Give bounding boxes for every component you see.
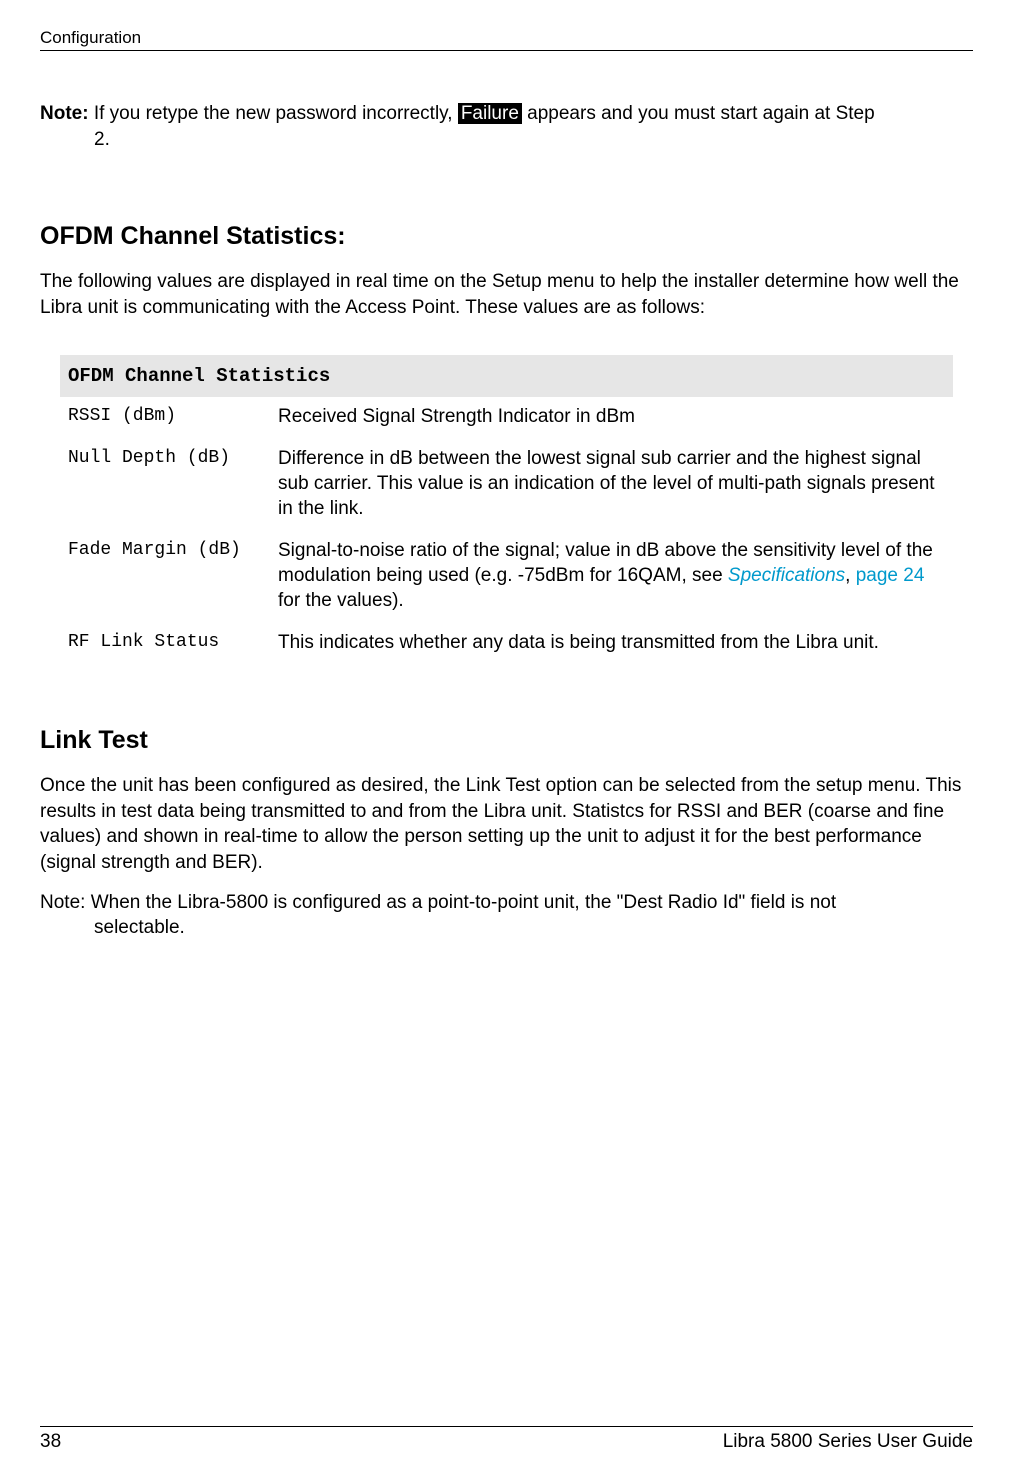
- running-header-left: Configuration: [40, 28, 141, 48]
- table-row: Fade Margin (dB) Signal-to-noise ratio o…: [60, 531, 953, 623]
- stat-desc-post: for the values).: [278, 590, 404, 611]
- stat-desc: Difference in dB between the lowest sign…: [278, 447, 945, 521]
- stat-desc: Signal-to-noise ratio of the signal; val…: [278, 539, 945, 613]
- stat-label: Fade Margin (dB): [68, 539, 278, 613]
- stat-label: RSSI (dBm): [68, 405, 278, 430]
- stat-label: RF Link Status: [68, 631, 278, 656]
- link-test-paragraph: Once the unit has been configured as des…: [40, 773, 973, 876]
- page-link[interactable]: page 24: [856, 565, 925, 586]
- link-test-note: Note: When the Libra-5800 is configured …: [40, 890, 973, 941]
- stat-desc: Received Signal Strength Indicator in dB…: [278, 405, 945, 430]
- note-line2: 2.: [94, 127, 973, 153]
- stat-desc-between: ,: [845, 565, 856, 586]
- page-number: 38: [40, 1431, 61, 1453]
- link-test-heading: Link Test: [40, 726, 973, 755]
- specifications-link[interactable]: Specifications: [728, 565, 845, 586]
- table-header: OFDM Channel Statistics: [60, 355, 953, 397]
- table-row: RSSI (dBm) Received Signal Strength Indi…: [60, 397, 953, 440]
- ofdm-intro: The following values are displayed in re…: [40, 269, 973, 320]
- table-row: RF Link Status This indicates whether an…: [60, 623, 953, 666]
- note-text-part2: appears and you must start again at Step: [522, 103, 875, 124]
- stat-desc: This indicates whether any data is being…: [278, 631, 945, 656]
- table-row: Null Depth (dB) Difference in dB between…: [60, 439, 953, 531]
- note-label: Note:: [40, 103, 94, 124]
- note2-line2: selectable.: [94, 915, 973, 941]
- failure-highlight: Failure: [458, 103, 522, 124]
- note-text-part1: If you retype the new password incorrect…: [94, 103, 458, 124]
- password-note: Note: If you retype the new password inc…: [40, 101, 973, 152]
- stat-label: Null Depth (dB): [68, 447, 278, 521]
- ofdm-heading: OFDM Channel Statistics:: [40, 222, 973, 251]
- ofdm-statistics-table: OFDM Channel Statistics RSSI (dBm) Recei…: [60, 355, 953, 667]
- footer-title: Libra 5800 Series User Guide: [723, 1431, 973, 1453]
- note2-line1: Note: When the Libra-5800 is configured …: [40, 890, 973, 916]
